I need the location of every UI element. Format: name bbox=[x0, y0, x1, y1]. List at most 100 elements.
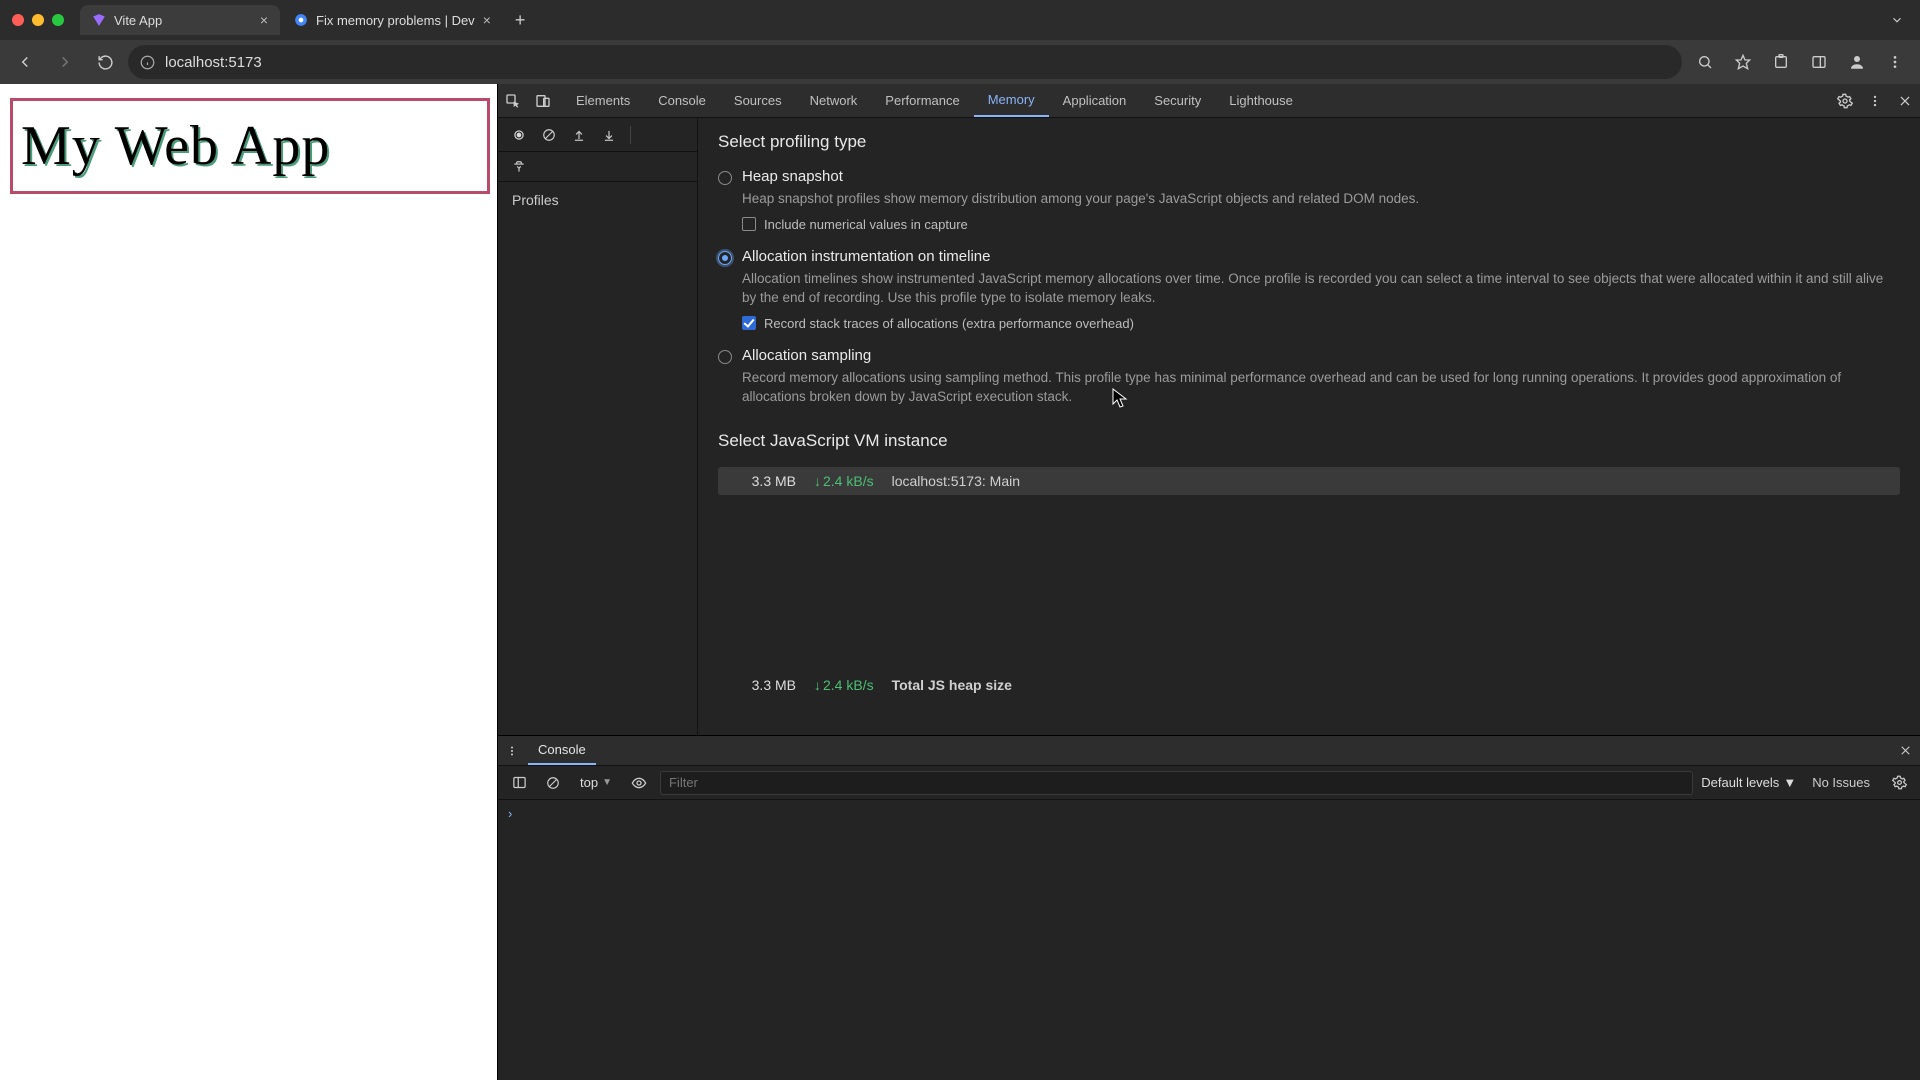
subopt-label: Record stack traces of allocations (extr… bbox=[764, 316, 1134, 331]
drawer-tab-console[interactable]: Console bbox=[528, 736, 596, 765]
tab-performance[interactable]: Performance bbox=[871, 84, 973, 117]
new-tab-button[interactable]: + bbox=[505, 10, 536, 31]
browser-address-bar: localhost:5173 bbox=[0, 40, 1920, 84]
device-toolbar-icon[interactable] bbox=[528, 86, 558, 116]
browser-titlebar: Vite App × Fix memory problems | Dev × + bbox=[0, 0, 1920, 40]
profiling-type-title: Select profiling type bbox=[698, 118, 1920, 162]
option-allocation-sampling[interactable]: Allocation sampling Record memory alloca… bbox=[698, 341, 1920, 417]
zoom-window-icon[interactable] bbox=[52, 14, 64, 26]
url-input[interactable]: localhost:5173 bbox=[128, 45, 1682, 79]
devtools-tabs: Elements Console Sources Network Perform… bbox=[562, 84, 1307, 117]
issues-badge[interactable]: No Issues bbox=[1804, 775, 1878, 790]
close-drawer-icon[interactable] bbox=[1899, 744, 1912, 757]
console-toolbar: top ▼ Default levels ▼ No Issues bbox=[498, 766, 1920, 800]
vm-instance-row[interactable]: 3.3 MB 2.4 kB/s localhost:5173: Main bbox=[718, 467, 1900, 495]
profiles-heading: Profiles bbox=[498, 182, 697, 218]
zoom-icon[interactable] bbox=[1688, 45, 1722, 79]
option-desc: Allocation timelines show instrumented J… bbox=[742, 269, 1900, 308]
tab-security[interactable]: Security bbox=[1140, 84, 1215, 117]
vite-favicon-icon bbox=[92, 13, 106, 27]
tab-memory[interactable]: Memory bbox=[974, 84, 1049, 117]
log-levels-selector[interactable]: Default levels ▼ bbox=[1701, 775, 1796, 790]
option-desc: Heap snapshot profiles show memory distr… bbox=[742, 189, 1900, 209]
reload-button[interactable] bbox=[88, 45, 122, 79]
kebab-menu-icon[interactable] bbox=[1878, 45, 1912, 79]
chevron-down-icon: ▼ bbox=[602, 777, 612, 788]
minimize-window-icon[interactable] bbox=[32, 14, 44, 26]
close-devtools-icon[interactable] bbox=[1890, 86, 1920, 116]
tab-network[interactable]: Network bbox=[796, 84, 872, 117]
devtools-panel: Elements Console Sources Network Perform… bbox=[497, 84, 1920, 1080]
vm-instance-title: Select JavaScript VM instance bbox=[698, 417, 1920, 461]
live-expression-icon[interactable] bbox=[626, 770, 652, 796]
browser-tab[interactable]: Fix memory problems | Dev × bbox=[282, 5, 503, 35]
browser-tab-active[interactable]: Vite App × bbox=[80, 5, 280, 35]
tab-title: Fix memory problems | Dev bbox=[316, 13, 475, 28]
bookmark-icon[interactable] bbox=[1726, 45, 1760, 79]
vm-total-size: 3.3 MB bbox=[726, 677, 796, 693]
console-drawer: Console top ▼ Default levels ▼ bbox=[498, 735, 1920, 1080]
context-selector[interactable]: top ▼ bbox=[574, 775, 618, 790]
chevron-down-icon: ▼ bbox=[1783, 775, 1796, 790]
console-filter-input[interactable] bbox=[660, 771, 1693, 795]
page-viewport: My Web App bbox=[0, 84, 497, 1080]
context-label: top bbox=[580, 775, 598, 790]
sidepanel-icon[interactable] bbox=[1802, 45, 1836, 79]
record-icon[interactable] bbox=[506, 122, 532, 148]
option-label: Allocation sampling bbox=[742, 347, 871, 364]
vm-size: 3.3 MB bbox=[726, 473, 796, 489]
vm-total-rate: 2.4 kB/s bbox=[814, 677, 874, 693]
option-label: Allocation instrumentation on timeline bbox=[742, 248, 990, 265]
vm-total-row: 3.3 MB 2.4 kB/s Total JS heap size bbox=[718, 671, 1900, 699]
console-prompt: › bbox=[508, 806, 512, 821]
console-output[interactable]: › bbox=[498, 800, 1920, 1080]
window-controls bbox=[12, 14, 64, 26]
radio-timeline[interactable] bbox=[718, 251, 732, 265]
tab-application[interactable]: Application bbox=[1049, 84, 1141, 117]
console-sidebar-toggle-icon[interactable] bbox=[506, 770, 532, 796]
chevron-down-icon[interactable] bbox=[1886, 9, 1908, 31]
url-text: localhost:5173 bbox=[165, 54, 262, 71]
forward-button[interactable] bbox=[48, 45, 82, 79]
close-tab-icon[interactable]: × bbox=[260, 12, 268, 28]
radio-sampling[interactable] bbox=[718, 350, 732, 364]
collect-garbage-icon[interactable] bbox=[506, 154, 532, 180]
inspect-element-icon[interactable] bbox=[498, 86, 528, 116]
upload-icon[interactable] bbox=[566, 122, 592, 148]
option-heap-snapshot[interactable]: Heap snapshot Heap snapshot profiles sho… bbox=[698, 162, 1920, 242]
vm-instance-list: 3.3 MB 2.4 kB/s localhost:5173: Main bbox=[718, 467, 1900, 665]
page-heading: My Web App bbox=[21, 114, 330, 178]
tab-elements[interactable]: Elements bbox=[562, 84, 644, 117]
kebab-menu-icon[interactable] bbox=[1860, 86, 1890, 116]
chrome-favicon-icon bbox=[294, 13, 308, 27]
devtools-tabbar: Elements Console Sources Network Perform… bbox=[498, 84, 1920, 118]
checkbox-include-numerical[interactable] bbox=[742, 217, 756, 231]
clear-icon[interactable] bbox=[536, 122, 562, 148]
tab-sources[interactable]: Sources bbox=[720, 84, 796, 117]
vm-rate: 2.4 kB/s bbox=[814, 473, 874, 489]
page-hero: My Web App bbox=[10, 98, 490, 194]
clear-console-icon[interactable] bbox=[540, 770, 566, 796]
profile-icon[interactable] bbox=[1840, 45, 1874, 79]
option-desc: Record memory allocations using sampling… bbox=[742, 368, 1900, 407]
console-settings-icon[interactable] bbox=[1886, 770, 1912, 796]
radio-heap[interactable] bbox=[718, 171, 732, 185]
drawer-kebab-icon[interactable] bbox=[506, 745, 528, 757]
download-icon[interactable] bbox=[596, 122, 622, 148]
extensions-icon[interactable] bbox=[1764, 45, 1798, 79]
tab-lighthouse[interactable]: Lighthouse bbox=[1215, 84, 1307, 117]
memory-sidebar: Profiles bbox=[498, 118, 698, 735]
memory-main: Select profiling type Heap snapshot Heap… bbox=[698, 118, 1920, 735]
tab-title: Vite App bbox=[114, 13, 162, 28]
site-info-icon[interactable] bbox=[140, 55, 155, 70]
tab-console[interactable]: Console bbox=[644, 84, 720, 117]
vm-total-label: Total JS heap size bbox=[892, 677, 1012, 693]
back-button[interactable] bbox=[8, 45, 42, 79]
gear-icon[interactable] bbox=[1830, 86, 1860, 116]
checkbox-record-stack-traces[interactable] bbox=[742, 316, 756, 330]
close-window-icon[interactable] bbox=[12, 14, 24, 26]
option-allocation-timeline[interactable]: Allocation instrumentation on timeline A… bbox=[698, 242, 1920, 341]
option-label: Heap snapshot bbox=[742, 168, 843, 185]
close-tab-icon[interactable]: × bbox=[483, 12, 491, 28]
vm-name: localhost:5173: Main bbox=[892, 473, 1020, 489]
